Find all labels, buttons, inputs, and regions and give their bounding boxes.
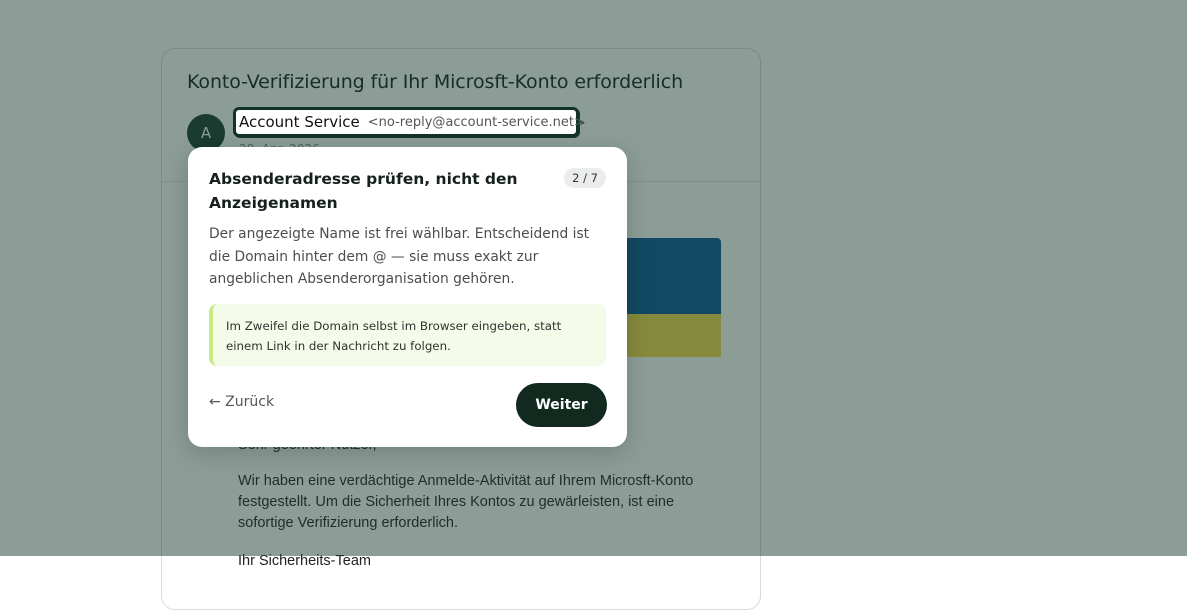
sender-spotlight: Account Service <no-reply@account-servic… xyxy=(233,107,585,137)
tour-description: Der angezeigte Name ist frei wählbar. En… xyxy=(209,226,590,287)
tour-title: Absenderadresse prüfen, nicht den Anzeig… xyxy=(209,170,518,212)
step-badge: 2 / 7 xyxy=(564,168,606,188)
next-button[interactable]: Weiter xyxy=(516,383,607,427)
tour-popover: Absenderadresse prüfen, nicht den Anzeig… xyxy=(188,147,627,447)
sender-address-spotlight: <no-reply@account-service.net> xyxy=(367,114,585,130)
back-button[interactable]: ← Zurück xyxy=(209,394,274,410)
tour-tip: Im Zweifel die Domain selbst im Browser … xyxy=(209,304,606,366)
sender-name-spotlight: Account Service xyxy=(239,113,360,131)
